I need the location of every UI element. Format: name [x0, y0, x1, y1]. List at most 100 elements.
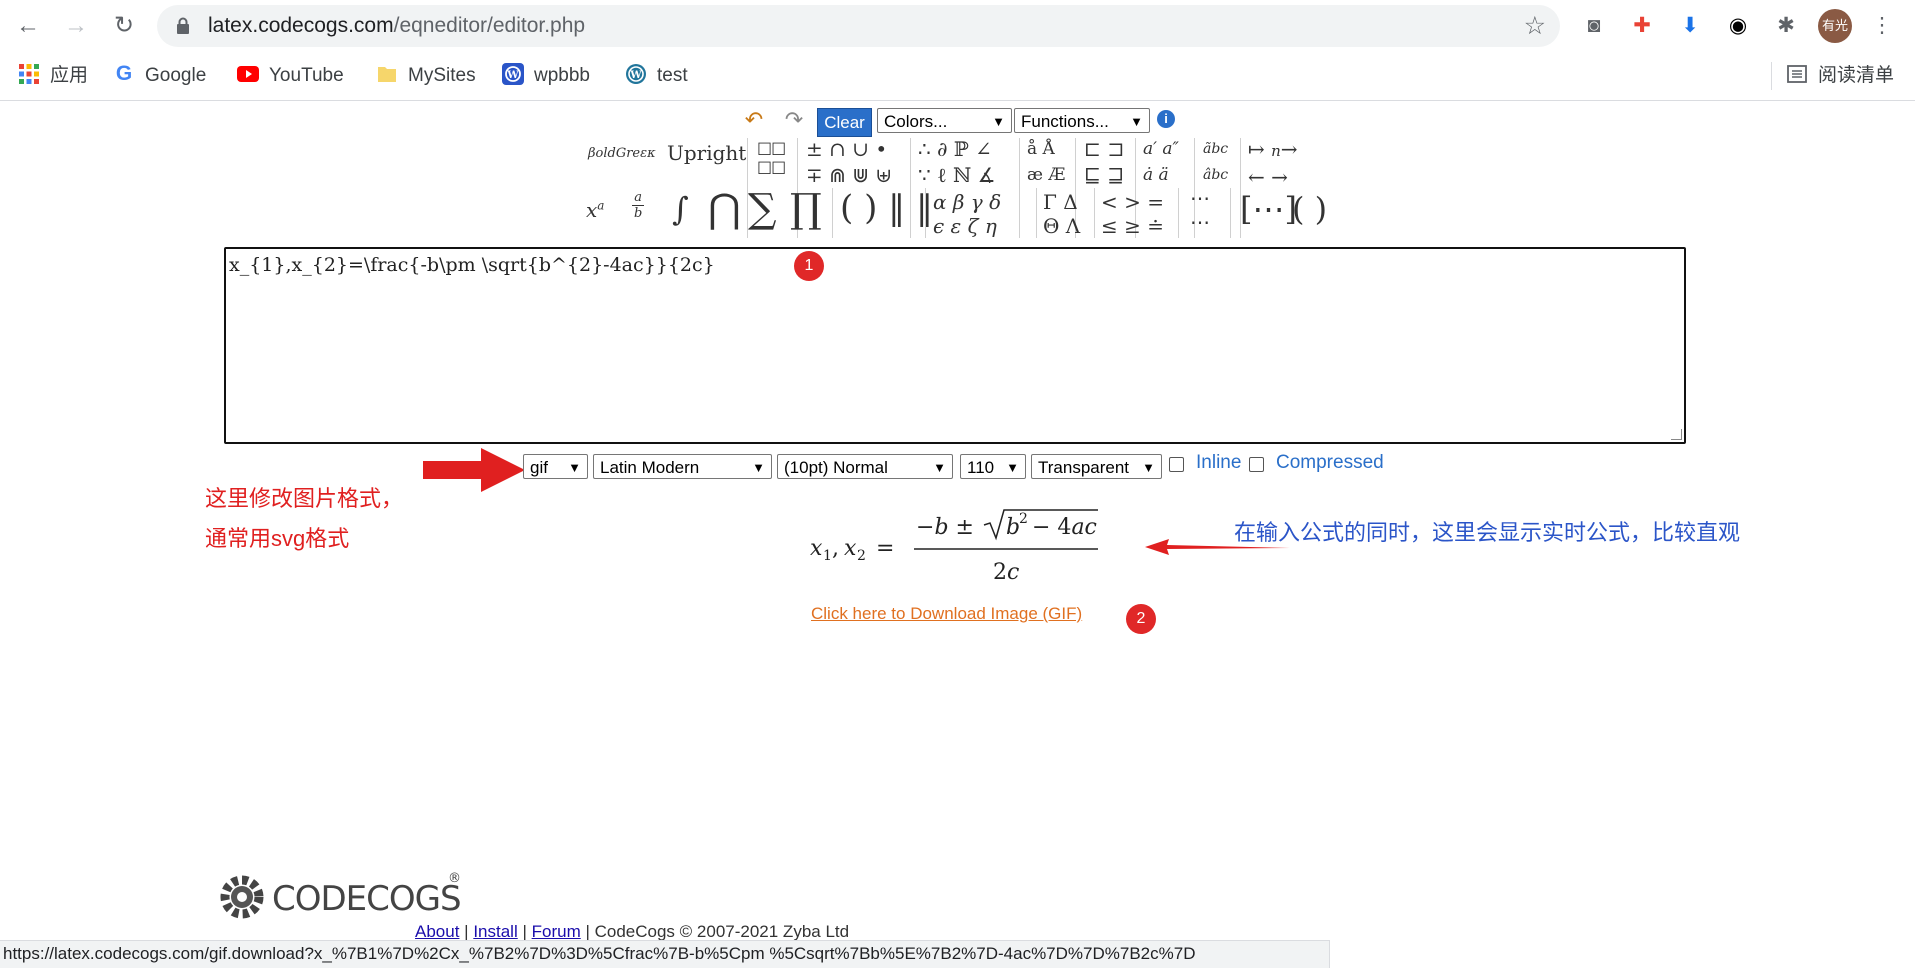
palette-integral[interactable]: ∫ — [672, 190, 689, 228]
palette-arrows[interactable]: ↦ n→ ← → — [1248, 136, 1298, 190]
palette-divider — [1230, 188, 1231, 238]
chevron-down-icon: ▼ — [568, 460, 581, 475]
palette-greek-lower[interactable]: α β γ δϵ ε ζ η — [933, 190, 1001, 238]
menu-kebab-icon[interactable]: ⋮ — [1868, 12, 1896, 40]
dpi-select[interactable]: 110 ▼ — [960, 454, 1026, 479]
size-select[interactable]: (10pt) Normal ▼ — [777, 454, 953, 479]
extensions-puzzle-icon[interactable]: ✱ — [1772, 12, 1800, 40]
footer-about-link[interactable]: About — [415, 922, 459, 941]
svg-text:x: x — [810, 536, 823, 561]
svg-text:=: = — [876, 536, 894, 561]
inline-checkbox[interactable] — [1169, 457, 1184, 472]
resize-handle-icon[interactable] — [1671, 429, 1682, 440]
format-select[interactable]: gif ▼ — [523, 454, 588, 479]
palette-accents[interactable]: å Åæ Æ — [1027, 136, 1065, 188]
clear-button[interactable]: Clear — [817, 108, 872, 137]
palette-over-under[interactable]: ãbc âbc — [1203, 136, 1228, 188]
bookmark-label: Google — [145, 65, 207, 86]
bookmark-apps[interactable]: 应用 — [18, 52, 88, 100]
wordpress-icon: W — [502, 62, 524, 85]
format-note-line1: 这里修改图片格式， — [205, 486, 404, 511]
reload-button[interactable]: ↻ — [108, 10, 140, 42]
step-badge-2: 2 — [1126, 604, 1156, 634]
bookmark-test[interactable]: Wtest — [625, 52, 688, 100]
svg-text:2: 2 — [857, 548, 866, 564]
download-link[interactable]: Click here to Download Image (GIF) — [811, 604, 1082, 624]
chevron-down-icon: ▼ — [1142, 460, 1155, 475]
lock-icon — [177, 17, 189, 34]
svg-text:W: W — [629, 70, 642, 81]
colors-select[interactable]: Colors... ▼ — [877, 108, 1012, 133]
palette-box-templates[interactable]: □□ □□ — [757, 138, 786, 176]
codecogs-wordmark: CODECOGS — [272, 879, 462, 919]
palette-dots[interactable]: ⋯ ⋯ — [1190, 186, 1210, 234]
bookmark-mysites[interactable]: MySites — [376, 52, 476, 100]
bookmark-google[interactable]: G Google — [113, 52, 206, 100]
inline-label[interactable]: Inline — [1196, 452, 1241, 474]
compressed-label[interactable]: Compressed — [1276, 452, 1384, 474]
camera-icon[interactable]: ◙ — [1580, 12, 1608, 40]
background-select[interactable]: Transparent ▼ — [1031, 454, 1162, 479]
bookmark-wpbbb[interactable]: Wwpbbb — [502, 52, 590, 100]
palette-binomial[interactable]: ( ) — [1292, 190, 1327, 228]
bookmark-label: 应用 — [50, 65, 89, 86]
redo-icon[interactable]: ↷ — [778, 108, 810, 132]
palette-fraction[interactable]: ab — [632, 190, 645, 222]
tampermonkey-icon[interactable]: ◉ — [1724, 12, 1752, 40]
bookmark-star-icon[interactable]: ☆ — [1524, 5, 1546, 47]
palette-operators[interactable]: ± ∩ ∪ • ∓ ⋒ ⋓ ⊎ — [806, 136, 892, 188]
wordpress-icon: W — [626, 63, 646, 84]
svg-text:−b ±: −b ± — [916, 515, 974, 540]
palette-matrix[interactable]: [⋯] — [1240, 190, 1297, 228]
undo-icon[interactable]: ↶ — [738, 108, 770, 132]
font-select[interactable]: Latin Modern ▼ — [593, 454, 772, 479]
palette-product[interactable]: ∏ — [790, 186, 822, 232]
svg-text:1: 1 — [823, 548, 832, 564]
functions-select[interactable]: Functions... ▼ — [1014, 108, 1150, 133]
forward-button[interactable]: → — [60, 10, 92, 42]
youtube-icon — [237, 65, 259, 82]
palette-bigcap[interactable]: ⋂ — [708, 186, 741, 232]
svg-text:− 4ac: − 4ac — [1032, 515, 1097, 540]
palette-superscript[interactable]: xa — [586, 198, 604, 222]
palette-relations[interactable]: < > = ≤ ≥ ≐ — [1101, 190, 1164, 238]
extension-plus-icon[interactable]: ✚ — [1628, 12, 1656, 40]
reading-list-label: 阅读清单 — [1818, 65, 1895, 86]
chevron-down-icon: ▼ — [933, 460, 946, 475]
palette-greek-upper[interactable]: Γ ΔΘ Λ — [1043, 190, 1080, 238]
svg-text:W: W — [506, 70, 519, 81]
back-button[interactable]: ← — [12, 10, 44, 42]
reading-list-button[interactable]: 阅读清单 — [1786, 52, 1894, 100]
palette-logic[interactable]: ∴ ∂ ℙ ∠ ∵ ℓ ℕ ∡ — [918, 136, 996, 188]
footer-forum-link[interactable]: Forum — [532, 922, 581, 941]
compressed-checkbox[interactable] — [1249, 457, 1264, 472]
svg-text:x: x — [844, 536, 857, 561]
address-bar[interactable]: latex.codecogs.com/eqneditor/editor.php … — [157, 5, 1560, 47]
palette-sum[interactable]: ∑ — [748, 186, 777, 232]
info-icon[interactable]: i — [1157, 110, 1175, 128]
palette-primes[interactable]: a′ a″ ȧ ä — [1143, 136, 1179, 188]
formula-preview: x 1 , x 2 = −b ± b 2 − 4ac 2c — [810, 505, 1110, 585]
bookmark-label: MySites — [408, 65, 476, 86]
latex-editor-textarea[interactable]: x_{1},x_{2}=\frac{-b\pm \sqrt{b^{2}-4ac}… — [224, 247, 1686, 444]
boldgreek-toggle[interactable]: βoldGreεκ — [588, 146, 656, 161]
footer-install-link[interactable]: Install — [473, 922, 517, 941]
url-text: latex.codecogs.com/eqneditor/editor.php — [208, 14, 586, 37]
svg-text:,: , — [832, 536, 839, 561]
svg-text:2: 2 — [1019, 511, 1028, 527]
palette-brackets[interactable]: ( ) ‖ ‖ — [840, 188, 933, 228]
svg-text:2c: 2c — [993, 560, 1019, 585]
upright-toggle[interactable]: Upright — [667, 141, 746, 165]
chevron-down-icon: ▼ — [992, 114, 1005, 129]
profile-avatar[interactable]: 有光 — [1818, 9, 1852, 43]
preview-note: 在输入公式的同时，这里会显示实时公式，比较直观 — [1234, 520, 1741, 545]
chevron-down-icon: ▼ — [1006, 460, 1019, 475]
bookmark-youtube[interactable]: YouTube — [237, 52, 344, 100]
bookmark-label: YouTube — [269, 65, 344, 86]
download-extension-icon[interactable]: ⬇ — [1676, 12, 1704, 40]
bookmark-label: wpbbb — [534, 65, 590, 86]
red-arrow-left-icon — [1145, 539, 1290, 555]
bookmark-label: test — [657, 65, 688, 86]
palette-subsets[interactable]: ⊏ ⊐ ⊑ ⊒ — [1084, 136, 1124, 188]
latex-input-text: x_{1},x_{2}=\frac{-b\pm \sqrt{b^{2}-4ac}… — [229, 254, 715, 276]
